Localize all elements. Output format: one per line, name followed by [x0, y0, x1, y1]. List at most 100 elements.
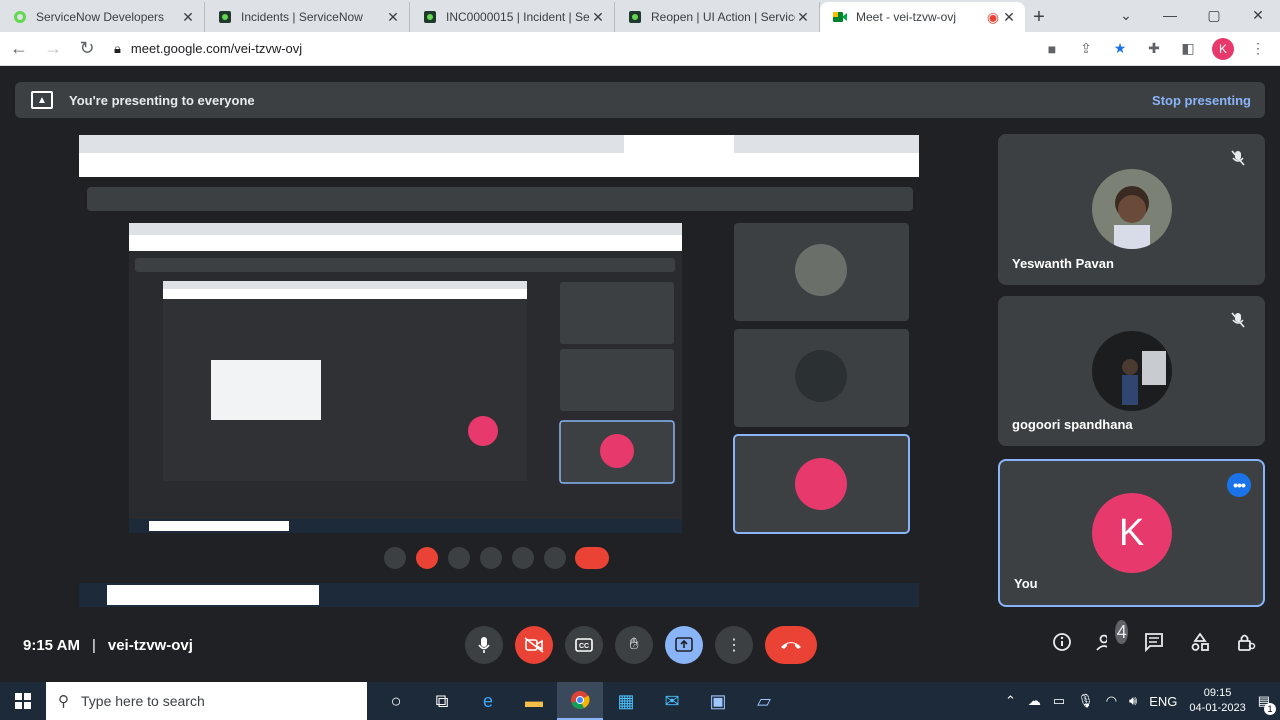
bookmark-star-icon[interactable]: ★	[1110, 39, 1130, 59]
url-text: meet.google.com/vei-tzvw-ovj	[130, 41, 303, 56]
host-controls-button[interactable]	[1234, 630, 1258, 654]
more-options-icon[interactable]: •••	[1227, 473, 1251, 497]
participant-name: Yeswanth Pavan	[1012, 256, 1114, 271]
maximize-button[interactable]: ▢	[1192, 0, 1236, 30]
close-icon[interactable]: ✕	[385, 9, 401, 26]
activities-button[interactable]	[1188, 630, 1212, 654]
mail-icon[interactable]: ✉	[649, 682, 695, 720]
back-button[interactable]: ←	[4, 34, 34, 64]
call-controls: CC ✋︎ ⋮	[465, 626, 817, 664]
mic-off-icon	[1231, 150, 1247, 166]
raise-hand-button[interactable]: ✋︎	[615, 626, 653, 664]
present-icon	[675, 637, 693, 652]
chrome-icon[interactable]	[557, 682, 603, 720]
system-tray: ⌃ ☁ ▭ 🎙︎ ◠ 🔊︎ ENG 09:15 04-01-2023 ▤ 1	[1005, 686, 1276, 716]
tab-reopen-ui-action[interactable]: Reopen | UI Action | ServiceN ✕	[615, 2, 820, 32]
camera-off-icon	[524, 637, 544, 653]
chevron-down-icon[interactable]: ⌄	[1104, 0, 1148, 30]
servicenow-icon	[422, 9, 438, 25]
profile-avatar[interactable]: K	[1212, 37, 1234, 60]
chat-button[interactable]	[1142, 630, 1166, 654]
address-bar[interactable]: 🔒︎ meet.google.com/vei-tzvw-ovj	[114, 35, 1042, 63]
stop-presenting-button[interactable]: Stop presenting	[1152, 93, 1251, 108]
close-icon[interactable]: ✕	[590, 9, 606, 26]
tab-incident-record[interactable]: INC0000015 | Incident | Servi ✕	[410, 2, 615, 32]
hand-icon: ✋︎	[629, 636, 639, 653]
captions-button[interactable]: CC	[565, 626, 603, 664]
tab-servicenow-developers[interactable]: ServiceNow Developers ✕	[0, 2, 205, 32]
notification-count: 1	[1264, 703, 1276, 715]
store-icon[interactable]: ▦	[603, 682, 649, 720]
cortana-icon[interactable]: ○	[373, 682, 419, 720]
presenting-banner: ▲ You're presenting to everyone Stop pre…	[15, 82, 1265, 118]
separator: |	[91, 636, 96, 654]
meeting-details-button[interactable]	[1050, 630, 1074, 654]
present-button[interactable]	[665, 626, 703, 664]
servicenow-icon	[12, 9, 28, 25]
activities-icon	[1191, 632, 1209, 651]
banner-text: You're presenting to everyone	[69, 92, 255, 108]
new-tab-button[interactable]: +	[1025, 2, 1053, 32]
file-explorer-icon[interactable]: ▬	[511, 682, 557, 720]
tab-meet[interactable]: Meet - vei-tzvw-ovj ◉ ✕	[820, 2, 1025, 32]
wifi-icon[interactable]: ◠	[1106, 693, 1117, 709]
reload-button[interactable]: ↻	[72, 34, 102, 64]
share-icon[interactable]: ⇪	[1076, 39, 1096, 59]
captions-icon: CC	[575, 638, 593, 652]
notification-icon[interactable]: ▤ 1	[1258, 693, 1276, 715]
participant-tile[interactable]: gogoori spandhana	[998, 296, 1265, 446]
participant-count-badge: 4	[1115, 620, 1128, 644]
tab-title: INC0000015 | Incident | Servi	[446, 10, 590, 24]
mic-off-icon	[1231, 312, 1247, 328]
extensions-icon[interactable]: ✚	[1144, 39, 1164, 59]
close-icon[interactable]: ✕	[1001, 9, 1017, 26]
leave-call-button[interactable]	[765, 626, 817, 664]
tab-title: Reopen | UI Action | ServiceN	[651, 10, 795, 24]
zoom-icon[interactable]: ▣	[695, 682, 741, 720]
minimize-button[interactable]: —	[1148, 0, 1192, 30]
edge-icon[interactable]: e	[465, 682, 511, 720]
taskbar-date: 04-01-2023	[1189, 702, 1246, 714]
notepad-icon[interactable]: ▱	[741, 682, 787, 720]
windows-taskbar: ⚲ Type here to search ○ ⧉ e ▬ ▦ ✉ ▣ ▱ ⌃ …	[0, 682, 1280, 720]
tab-title: ServiceNow Developers	[36, 10, 165, 24]
meet-icon	[832, 9, 848, 25]
self-avatar: K	[1091, 493, 1172, 573]
microphone-icon[interactable]: 🎙︎	[1077, 693, 1094, 709]
chevron-up-icon[interactable]: ⌃	[1005, 693, 1016, 709]
mic-button[interactable]	[465, 626, 503, 664]
onedrive-icon[interactable]: ☁	[1028, 693, 1041, 709]
camera-icon[interactable]: ■	[1042, 39, 1062, 59]
window-controls: ⌄ — ▢ ✕	[1104, 0, 1280, 30]
participant-name: gogoori spandhana	[1012, 417, 1133, 432]
people-button[interactable]: 4	[1096, 620, 1128, 654]
windows-start-icon[interactable]	[0, 693, 46, 709]
language-indicator[interactable]: ENG	[1149, 694, 1177, 709]
more-options-button[interactable]: ⋮	[715, 626, 753, 664]
tab-title: Incidents | ServiceNow	[241, 10, 363, 24]
participant-name: You	[1014, 576, 1038, 591]
browser-toolbar: ← → ↻ 🔒︎ meet.google.com/vei-tzvw-ovj ■ …	[0, 32, 1280, 66]
browser-tab-strip: ServiceNow Developers ✕ Incidents | Serv…	[0, 0, 1280, 32]
info-icon	[1053, 633, 1071, 651]
taskbar-search-input[interactable]: ⚲ Type here to search	[46, 682, 367, 720]
search-placeholder: Type here to search	[81, 693, 205, 709]
close-icon[interactable]: ✕	[795, 9, 811, 26]
close-icon[interactable]: ✕	[180, 9, 196, 26]
camera-off-button[interactable]	[515, 626, 553, 664]
servicenow-icon	[217, 9, 233, 25]
self-tile[interactable]: ••• K You	[998, 459, 1265, 607]
taskbar-time: 09:15	[1203, 687, 1232, 699]
recursive-screen-thumbnail	[79, 135, 919, 607]
volume-icon[interactable]: 🔊︎	[1129, 693, 1137, 709]
task-view-icon[interactable]: ⧉	[419, 682, 465, 720]
network-icon[interactable]: ▭	[1053, 693, 1065, 709]
forward-button[interactable]: →	[38, 34, 68, 64]
menu-icon[interactable]: ⋮	[1248, 39, 1268, 59]
sidepanel-icon[interactable]: ◧	[1178, 39, 1198, 59]
tab-incidents[interactable]: Incidents | ServiceNow ✕	[205, 2, 410, 32]
participant-tile[interactable]: Yeswanth Pavan	[998, 134, 1265, 285]
taskbar-clock[interactable]: 09:15 04-01-2023	[1189, 686, 1245, 716]
close-window-button[interactable]: ✕	[1236, 0, 1280, 30]
meeting-code[interactable]: vei-tzvw-ovj	[108, 637, 193, 654]
